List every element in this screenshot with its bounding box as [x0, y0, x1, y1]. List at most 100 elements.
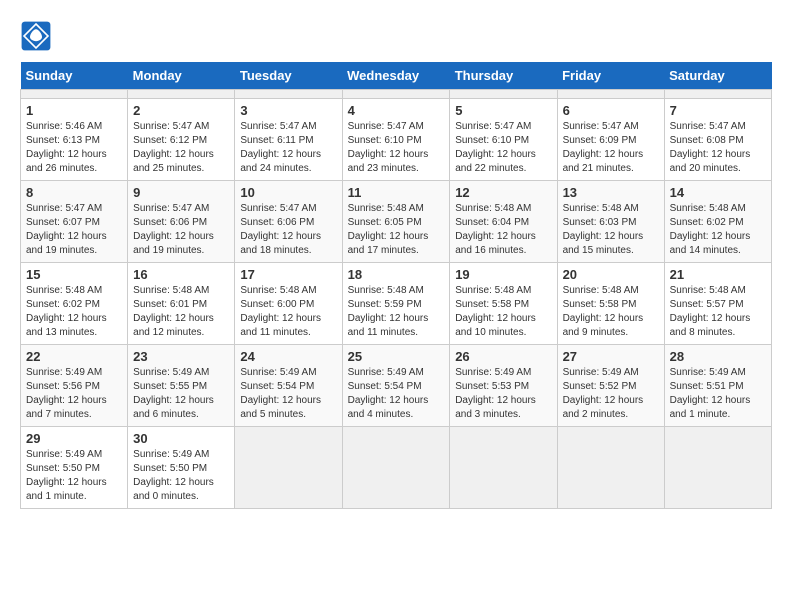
calendar-cell: 22 Sunrise: 5:49 AM Sunset: 5:56 PM Dayli…	[21, 345, 128, 427]
calendar-cell: 14Sunrise: 5:48 AM Sunset: 6:02 PM Dayli…	[664, 181, 771, 263]
calendar-cell: 7 Sunrise: 5:47 AM Sunset: 6:08 PM Daylig…	[664, 99, 771, 181]
day-number: 25	[348, 349, 445, 364]
weekday-header-wednesday: Wednesday	[342, 62, 450, 90]
day-info: Sunrise: 5:48 AM Sunset: 6:04 PM Dayligh…	[455, 202, 551, 258]
day-info: Sunrise: 5:47 AM Sunset: 6:06 PM Dayligh…	[240, 202, 336, 258]
day-number: 16	[133, 267, 229, 282]
day-number: 18	[348, 267, 445, 282]
calendar-cell	[235, 427, 342, 509]
day-info: Sunrise: 5:47 AM Sunset: 6:07 PM Dayligh…	[26, 202, 122, 258]
calendar-cell: 15Sunrise: 5:48 AM Sunset: 6:02 PM Dayli…	[21, 263, 128, 345]
day-number: 29	[26, 431, 122, 446]
calendar-cell: 28Sunrise: 5:49 AM Sunset: 5:51 PM Dayli…	[664, 345, 771, 427]
calendar-week-row: 29 Sunrise: 5:49 AM Sunset: 5:50 PM Dayli…	[21, 427, 772, 509]
day-info: Sunrise: 5:47 AM Sunset: 6:06 PM Dayligh…	[133, 202, 229, 258]
calendar-cell: 27 Sunrise: 5:49 AM Sunset: 5:52 PM Dayli…	[557, 345, 664, 427]
day-number: 1	[26, 103, 122, 118]
calendar-cell: 9 Sunrise: 5:47 AM Sunset: 6:06 PM Daylig…	[128, 181, 235, 263]
calendar-cell	[128, 90, 235, 99]
calendar-cell: 12 Sunrise: 5:48 AM Sunset: 6:04 PM Dayli…	[450, 181, 557, 263]
day-number: 27	[563, 349, 659, 364]
calendar-cell: 8 Sunrise: 5:47 AM Sunset: 6:07 PM Daylig…	[21, 181, 128, 263]
calendar-cell: 1 Sunrise: 5:46 AM Sunset: 6:13 PM Daylig…	[21, 99, 128, 181]
day-number: 23	[133, 349, 229, 364]
day-info: Sunrise: 5:47 AM Sunset: 6:10 PM Dayligh…	[348, 120, 445, 176]
day-number: 24	[240, 349, 336, 364]
calendar-week-row: 8 Sunrise: 5:47 AM Sunset: 6:07 PM Daylig…	[21, 181, 772, 263]
calendar-cell: 19Sunrise: 5:48 AM Sunset: 5:58 PM Dayli…	[450, 263, 557, 345]
logo	[20, 20, 58, 52]
day-info: Sunrise: 5:48 AM Sunset: 5:57 PM Dayligh…	[670, 284, 766, 340]
day-info: Sunrise: 5:48 AM Sunset: 5:58 PM Dayligh…	[563, 284, 659, 340]
day-info: Sunrise: 5:47 AM Sunset: 6:08 PM Dayligh…	[670, 120, 766, 176]
day-info: Sunrise: 5:47 AM Sunset: 6:11 PM Dayligh…	[240, 120, 336, 176]
day-info: Sunrise: 5:46 AM Sunset: 6:13 PM Dayligh…	[26, 120, 122, 176]
calendar-cell: 25 Sunrise: 5:49 AM Sunset: 5:54 PM Dayli…	[342, 345, 450, 427]
day-number: 3	[240, 103, 336, 118]
day-info: Sunrise: 5:49 AM Sunset: 5:54 PM Dayligh…	[240, 366, 336, 422]
calendar-cell: 18 Sunrise: 5:48 AM Sunset: 5:59 PM Dayli…	[342, 263, 450, 345]
day-info: Sunrise: 5:49 AM Sunset: 5:52 PM Dayligh…	[563, 366, 659, 422]
calendar-cell	[235, 90, 342, 99]
calendar-cell: 2Sunrise: 5:47 AM Sunset: 6:12 PM Daylig…	[128, 99, 235, 181]
day-number: 4	[348, 103, 445, 118]
weekday-header-thursday: Thursday	[450, 62, 557, 90]
calendar-cell: 17Sunrise: 5:48 AM Sunset: 6:00 PM Dayli…	[235, 263, 342, 345]
calendar-cell: 5Sunrise: 5:47 AM Sunset: 6:10 PM Daylig…	[450, 99, 557, 181]
calendar-cell: 11 Sunrise: 5:48 AM Sunset: 6:05 PM Dayli…	[342, 181, 450, 263]
day-number: 17	[240, 267, 336, 282]
day-number: 11	[348, 185, 445, 200]
day-info: Sunrise: 5:47 AM Sunset: 6:09 PM Dayligh…	[563, 120, 659, 176]
day-number: 12	[455, 185, 551, 200]
day-number: 7	[670, 103, 766, 118]
calendar-cell	[450, 427, 557, 509]
day-info: Sunrise: 5:49 AM Sunset: 5:50 PM Dayligh…	[133, 448, 229, 504]
calendar-cell: 29 Sunrise: 5:49 AM Sunset: 5:50 PM Dayli…	[21, 427, 128, 509]
weekday-header-row: SundayMondayTuesdayWednesdayThursdayFrid…	[21, 62, 772, 90]
day-number: 6	[563, 103, 659, 118]
day-info: Sunrise: 5:48 AM Sunset: 6:02 PM Dayligh…	[670, 202, 766, 258]
page-header	[20, 20, 772, 52]
calendar-cell: 10Sunrise: 5:47 AM Sunset: 6:06 PM Dayli…	[235, 181, 342, 263]
calendar-week-row: 1 Sunrise: 5:46 AM Sunset: 6:13 PM Daylig…	[21, 99, 772, 181]
calendar-cell	[664, 90, 771, 99]
weekday-header-tuesday: Tuesday	[235, 62, 342, 90]
calendar-cell: 26Sunrise: 5:49 AM Sunset: 5:53 PM Dayli…	[450, 345, 557, 427]
day-number: 13	[563, 185, 659, 200]
day-info: Sunrise: 5:49 AM Sunset: 5:54 PM Dayligh…	[348, 366, 445, 422]
day-info: Sunrise: 5:48 AM Sunset: 6:01 PM Dayligh…	[133, 284, 229, 340]
day-number: 2	[133, 103, 229, 118]
day-info: Sunrise: 5:48 AM Sunset: 5:59 PM Dayligh…	[348, 284, 445, 340]
weekday-header-saturday: Saturday	[664, 62, 771, 90]
calendar-cell: 21 Sunrise: 5:48 AM Sunset: 5:57 PM Dayli…	[664, 263, 771, 345]
weekday-header-monday: Monday	[128, 62, 235, 90]
day-info: Sunrise: 5:49 AM Sunset: 5:50 PM Dayligh…	[26, 448, 122, 504]
calendar-table: SundayMondayTuesdayWednesdayThursdayFrid…	[20, 62, 772, 509]
calendar-cell	[664, 427, 771, 509]
calendar-cell: 24 Sunrise: 5:49 AM Sunset: 5:54 PM Dayli…	[235, 345, 342, 427]
calendar-cell: 6 Sunrise: 5:47 AM Sunset: 6:09 PM Daylig…	[557, 99, 664, 181]
day-number: 5	[455, 103, 551, 118]
calendar-cell: 13 Sunrise: 5:48 AM Sunset: 6:03 PM Dayli…	[557, 181, 664, 263]
day-number: 8	[26, 185, 122, 200]
day-number: 22	[26, 349, 122, 364]
calendar-cell: 23Sunrise: 5:49 AM Sunset: 5:55 PM Dayli…	[128, 345, 235, 427]
day-number: 9	[133, 185, 229, 200]
calendar-cell	[342, 90, 450, 99]
day-number: 21	[670, 267, 766, 282]
calendar-cell	[557, 90, 664, 99]
calendar-cell: 20Sunrise: 5:48 AM Sunset: 5:58 PM Dayli…	[557, 263, 664, 345]
calendar-cell: 4 Sunrise: 5:47 AM Sunset: 6:10 PM Daylig…	[342, 99, 450, 181]
day-info: Sunrise: 5:48 AM Sunset: 6:02 PM Dayligh…	[26, 284, 122, 340]
weekday-header-friday: Friday	[557, 62, 664, 90]
day-number: 26	[455, 349, 551, 364]
calendar-cell: 3 Sunrise: 5:47 AM Sunset: 6:11 PM Daylig…	[235, 99, 342, 181]
day-info: Sunrise: 5:49 AM Sunset: 5:51 PM Dayligh…	[670, 366, 766, 422]
day-info: Sunrise: 5:48 AM Sunset: 6:03 PM Dayligh…	[563, 202, 659, 258]
calendar-week-row: 22 Sunrise: 5:49 AM Sunset: 5:56 PM Dayli…	[21, 345, 772, 427]
day-info: Sunrise: 5:48 AM Sunset: 6:05 PM Dayligh…	[348, 202, 445, 258]
calendar-cell	[21, 90, 128, 99]
calendar-cell: 30Sunrise: 5:49 AM Sunset: 5:50 PM Dayli…	[128, 427, 235, 509]
day-info: Sunrise: 5:49 AM Sunset: 5:56 PM Dayligh…	[26, 366, 122, 422]
calendar-week-row: 15Sunrise: 5:48 AM Sunset: 6:02 PM Dayli…	[21, 263, 772, 345]
